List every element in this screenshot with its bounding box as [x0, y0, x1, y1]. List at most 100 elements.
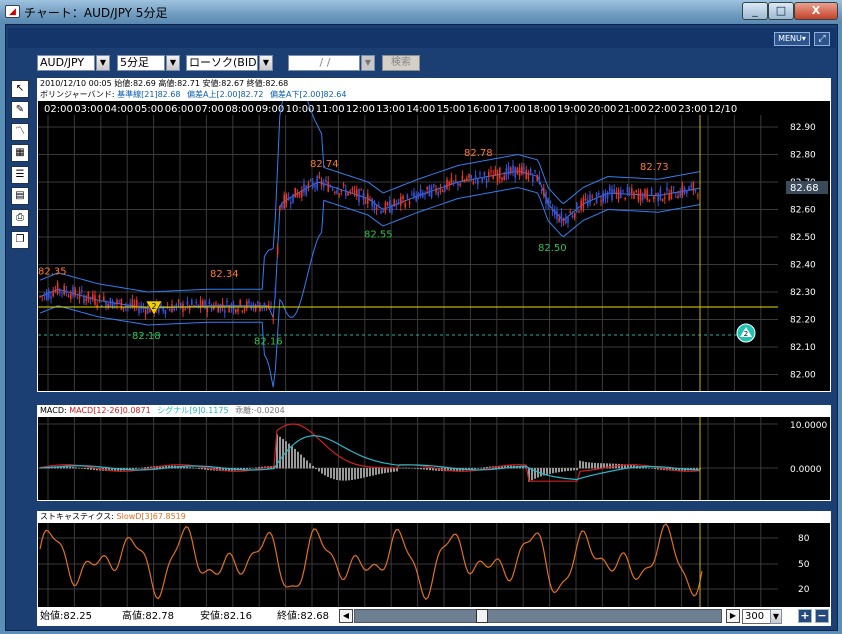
candle-body	[279, 206, 281, 210]
time-axis-label: 12/10	[708, 104, 737, 115]
time-axis-label: 16:00	[467, 104, 496, 115]
candle-body	[545, 192, 547, 204]
candle-body	[76, 297, 79, 299]
candle-body	[395, 204, 398, 206]
timeframe-select[interactable]: 5分足	[117, 55, 165, 71]
macd-label: MACD:	[40, 406, 67, 415]
bollinger-mid: 基準線[21]82.68	[117, 90, 181, 99]
cursor-icon[interactable]: ↖	[11, 80, 29, 98]
date-input[interactable]: / /	[288, 55, 360, 71]
candle-body	[556, 210, 558, 220]
candle-body	[567, 216, 569, 224]
zoom-out-button[interactable]: −	[815, 609, 829, 623]
macd-histogram-bar	[333, 468, 335, 480]
macd-histogram-bar	[411, 467, 413, 469]
candle-body	[393, 199, 395, 207]
candle-body	[74, 289, 76, 295]
candle-body	[430, 187, 433, 198]
copy-icon[interactable]: ❐	[11, 231, 29, 249]
list-icon[interactable]: ☰	[11, 166, 29, 184]
candle-body	[664, 197, 666, 199]
macd-histogram-bar	[366, 468, 368, 477]
status-high: 高値:82.78	[122, 611, 174, 622]
symbol-select[interactable]: AUD/JPY	[37, 55, 95, 71]
macd-axis-top: 10.0000	[790, 421, 827, 431]
candle-body	[89, 297, 92, 300]
candle-body	[424, 193, 426, 195]
candle-body	[226, 300, 228, 303]
time-scrollbar[interactable]	[354, 609, 722, 623]
candle-body	[450, 177, 453, 185]
macd-histogram-bar	[339, 468, 341, 481]
price-axis-label: 82.80	[790, 151, 816, 161]
indicator-icon[interactable]: 〽	[11, 123, 29, 141]
print-icon[interactable]: ⎙	[11, 209, 29, 227]
candle-body	[470, 175, 472, 179]
candle-body	[620, 190, 622, 199]
candle-body	[65, 290, 68, 293]
candle-body	[144, 309, 147, 315]
candle-body	[694, 189, 697, 191]
macd-histogram-bar	[354, 468, 356, 480]
macd-histogram-bar	[84, 468, 86, 470]
candle-body	[488, 171, 490, 177]
macd-histogram-bar	[249, 468, 251, 469]
candle-body	[439, 187, 442, 192]
price-axis-label: 82.20	[790, 316, 816, 326]
macd-histogram-bar	[552, 468, 554, 474]
pencil-icon[interactable]: ✎	[11, 101, 29, 119]
calculator-icon[interactable]: ▦	[11, 144, 29, 162]
candle-body	[116, 300, 118, 305]
macd-histogram-bar	[318, 468, 320, 472]
candle-body	[571, 215, 574, 218]
candle-body	[578, 211, 580, 213]
expand-icon[interactable]: ⤢	[814, 32, 830, 46]
scroll-right-button[interactable]: ▶	[726, 609, 740, 623]
stoch-panel[interactable]: 80 50 20	[37, 522, 831, 608]
macd-histogram-bar	[645, 467, 647, 469]
candle-body	[92, 293, 94, 300]
candle-body	[39, 295, 41, 297]
scroll-thumb[interactable]	[476, 609, 488, 623]
chart-type-dropdown-icon[interactable]: ▼	[259, 55, 273, 71]
macd-chart[interactable]: 10.0000 0.0000	[38, 417, 830, 500]
stoch-axis-20: 20	[798, 585, 810, 595]
macd-histogram-bar	[429, 468, 431, 471]
stoch-chart[interactable]: 80 50 20	[38, 523, 830, 607]
maximize-button[interactable]: □	[768, 2, 794, 20]
macd-histogram-bar	[357, 468, 359, 479]
status-close: 終値:82.68	[277, 611, 329, 622]
close-button[interactable]: X	[794, 2, 838, 20]
price-chart-panel[interactable]: 02:00 03:00 04:00 05:00 06:00 07:00 08:00 09:00…	[37, 100, 831, 392]
time-axis-label: 22:00	[648, 104, 677, 115]
candle-body	[241, 310, 244, 312]
macd-histogram-bar	[594, 462, 596, 469]
search-button[interactable]: 検索	[382, 55, 420, 71]
minimize-button[interactable]: _	[742, 2, 768, 20]
settings-icon[interactable]: ▤	[11, 187, 29, 205]
timeframe-dropdown-icon[interactable]: ▼	[166, 55, 180, 71]
high-annotation: 82.74	[310, 159, 339, 170]
macd-histogram-bar	[381, 468, 383, 474]
price-axis-label: 82.90	[790, 123, 816, 133]
bar-count-dropdown-icon[interactable]: ▼	[770, 609, 782, 624]
candle-body	[490, 170, 492, 172]
symbol-dropdown-icon[interactable]: ▼	[96, 55, 110, 71]
zoom-in-button[interactable]: +	[798, 609, 812, 623]
candle-body	[573, 213, 576, 218]
macd-value: MACD[12-26]0.0871	[69, 406, 151, 415]
candle-body	[298, 192, 301, 196]
macd-histogram-bar	[648, 467, 650, 469]
scroll-left-button[interactable]: ◀	[339, 609, 353, 623]
candle-body	[435, 187, 437, 193]
date-dropdown-icon[interactable]: ▼	[361, 55, 375, 71]
menu-button[interactable]: MENU▾	[774, 32, 810, 46]
candle-body	[681, 185, 684, 196]
candle-body	[228, 308, 230, 313]
price-chart[interactable]: 02:00 03:00 04:00 05:00 06:00 07:00 08:00 09:00…	[38, 101, 830, 391]
candle-body	[457, 181, 459, 186]
chart-type-select[interactable]: ローソク(BID)	[186, 55, 258, 71]
candle-body	[186, 300, 189, 306]
macd-histogram-bar	[549, 468, 551, 474]
macd-panel[interactable]: 10.0000 0.0000	[37, 416, 831, 501]
